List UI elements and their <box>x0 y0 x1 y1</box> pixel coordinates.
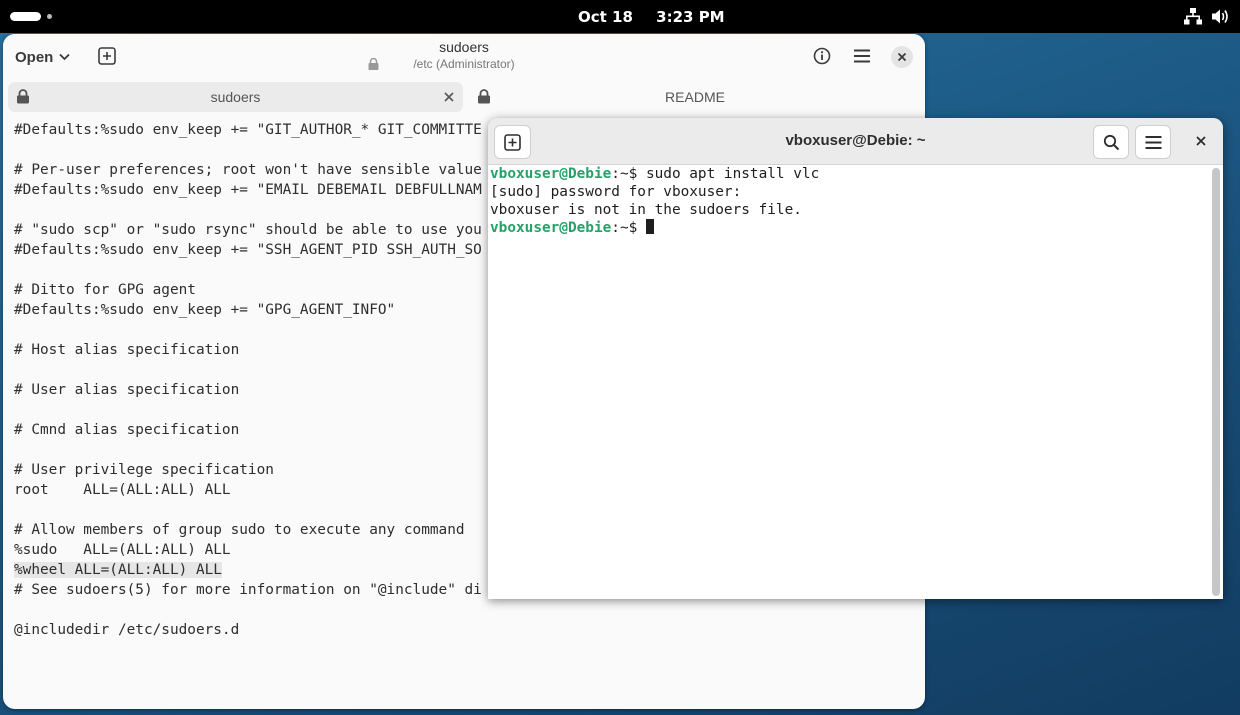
terminal-line: vboxuser is not in the sudoers file. <box>490 202 802 218</box>
terminal-scrollbar[interactable] <box>1212 168 1220 596</box>
terminal-line: vboxuser@Debie:~$ sudo apt install vlc <box>490 165 1208 183</box>
terminal-menu-button[interactable] <box>1135 125 1171 159</box>
terminal-window: vboxuser@Debie: ~ vboxuser@Debie:~$ sudo… <box>488 118 1223 599</box>
editor-close-button[interactable] <box>891 46 913 68</box>
network-icon <box>1184 8 1202 25</box>
hamburger-menu-icon[interactable] <box>853 48 871 64</box>
close-icon <box>897 52 907 62</box>
prompt-user: vboxuser@Debie <box>490 166 612 182</box>
close-icon[interactable] <box>441 89 457 105</box>
tab-sudoers[interactable]: sudoers <box>8 82 463 112</box>
system-tray[interactable] <box>1184 8 1230 25</box>
top-bar: Oct 18 3:23 PM <box>0 0 1240 33</box>
code-line: @includedir /etc/sudoers.d <box>14 622 240 638</box>
workspace-active-pill <box>10 12 41 21</box>
lock-icon <box>478 89 490 104</box>
terminal-search-button[interactable] <box>1093 125 1129 159</box>
prompt-path: :~$ <box>611 166 646 182</box>
search-icon <box>1103 134 1119 150</box>
tab-readme[interactable]: README <box>469 82 921 112</box>
prompt-path: :~$ <box>611 220 646 236</box>
clock-time: 3:23 PM <box>656 8 725 26</box>
terminal-line: vboxuser@Debie:~$ <box>490 219 1208 237</box>
clock-date: Oct 18 <box>578 8 633 26</box>
command-text: sudo apt install vlc <box>645 166 820 182</box>
editor-tabbar: sudoers README <box>3 80 925 114</box>
info-icon[interactable] <box>813 47 831 65</box>
terminal-line: [sudo] password for vboxuser: <box>490 184 742 200</box>
tab-label: README <box>665 89 725 105</box>
prompt-user: vboxuser@Debie <box>490 220 612 236</box>
editor-subtitle: /etc (Administrator) <box>413 57 515 71</box>
close-icon[interactable] <box>1191 131 1211 151</box>
current-line-text: %wheel ALL=(ALL:ALL) ALL <box>14 562 222 578</box>
text-cursor <box>645 219 654 234</box>
volume-icon <box>1212 9 1228 24</box>
hamburger-menu-icon <box>1145 135 1161 149</box>
terminal-headerbar: vboxuser@Debie: ~ <box>488 118 1223 165</box>
lock-icon <box>17 89 29 104</box>
terminal-output[interactable]: vboxuser@Debie:~$ sudo apt install vlc [… <box>490 165 1208 237</box>
workspace-dot <box>47 14 52 19</box>
tab-label: sudoers <box>210 89 261 105</box>
clock[interactable]: Oct 18 3:23 PM <box>578 8 725 26</box>
editor-title: sudoers <box>439 39 489 55</box>
editor-headerbar: Open sudoers /etc (Administrator) <box>3 34 925 80</box>
activities-indicator[interactable] <box>10 12 80 22</box>
